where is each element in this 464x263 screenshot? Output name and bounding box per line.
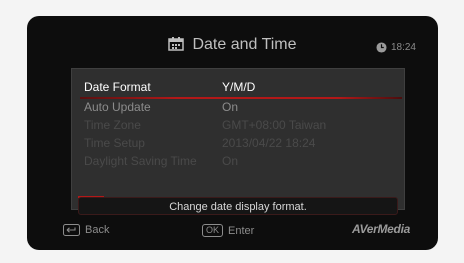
setting-row-daylight-saving: Daylight Saving Time On bbox=[72, 153, 406, 170]
brand-logo: AVerMedia bbox=[352, 222, 410, 236]
enter-button[interactable]: OK Enter bbox=[202, 224, 254, 237]
setting-row-time-zone: Time Zone GMT+08:00 Taiwan bbox=[72, 117, 406, 134]
settings-panel: Date Format Y/M/D Auto Update On Time Zo… bbox=[71, 68, 406, 215]
setting-row-auto-update[interactable]: Auto Update On bbox=[72, 99, 406, 116]
help-text: Change date display format. bbox=[78, 197, 398, 215]
enter-label: Enter bbox=[228, 224, 255, 237]
setting-label: Time Zone bbox=[84, 118, 141, 132]
monitor-frame: Date and Time 18:24 Date Format Y/M/D Au… bbox=[0, 0, 464, 263]
setting-label: Daylight Saving Time bbox=[84, 154, 197, 168]
setting-label: Time Setup bbox=[84, 136, 145, 150]
clock-icon bbox=[376, 42, 387, 53]
back-button[interactable]: Back bbox=[63, 224, 109, 236]
setting-label: Auto Update bbox=[84, 100, 151, 114]
back-key-icon bbox=[63, 224, 80, 236]
setting-row-time-setup: Time Setup 2013/04/22 18:24 bbox=[72, 135, 406, 152]
setting-value: On bbox=[222, 154, 239, 168]
page-title-text: Date and Time bbox=[192, 36, 297, 53]
clock: 18:24 bbox=[376, 42, 416, 53]
setting-row-date-format[interactable]: Date Format Y/M/D bbox=[72, 79, 406, 96]
calendar-icon bbox=[168, 37, 185, 51]
clock-time: 18:24 bbox=[390, 42, 416, 53]
back-label: Back bbox=[85, 224, 110, 236]
setting-label: Date Format bbox=[84, 80, 151, 94]
setting-value: On bbox=[222, 100, 239, 114]
device-screen: Date and Time 18:24 Date Format Y/M/D Au… bbox=[27, 16, 438, 250]
setting-value: Y/M/D bbox=[222, 80, 256, 94]
setting-value: GMT+08:00 Taiwan bbox=[222, 118, 327, 132]
setting-value: 2013/04/22 18:24 bbox=[222, 136, 316, 150]
ok-key-icon: OK bbox=[202, 224, 224, 237]
